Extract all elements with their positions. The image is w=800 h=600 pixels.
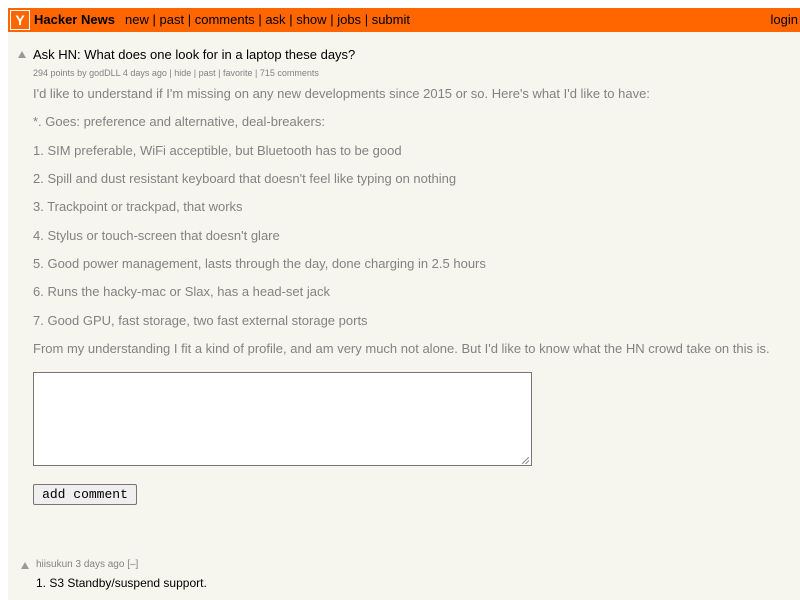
comment-meta: hiisukun 3 days ago [–] xyxy=(36,559,138,570)
nav-show[interactable]: show xyxy=(296,12,326,27)
page: Y Hacker News new | past | comments | as… xyxy=(8,8,800,600)
post-body-paragraph: 5. Good power management, lasts through … xyxy=(33,256,486,271)
post-body-paragraph: From my understanding I fit a kind of pr… xyxy=(33,341,770,356)
post-body-paragraph: 1. SIM preferable, WiFi acceptible, but … xyxy=(33,143,402,158)
nav-separator: | xyxy=(258,12,262,27)
comment-text: 1. S3 Standby/suspend support. xyxy=(36,576,207,590)
main-nav: new | past | comments | ask | show | job… xyxy=(125,12,410,27)
nav-separator: | xyxy=(152,12,156,27)
post-body-paragraph: 4. Stylus or touch-screen that doesn't g… xyxy=(33,228,280,243)
nav-separator: | xyxy=(330,12,334,27)
nav-separator: | xyxy=(187,12,192,27)
post-body-paragraph: I'd like to understand if I'm missing on… xyxy=(33,86,650,101)
nav-ask[interactable]: ask xyxy=(265,12,285,27)
subtext-separator: | xyxy=(218,68,221,78)
post-body-paragraph: *. Goes: preference and alternative, dea… xyxy=(33,114,325,129)
nav-new[interactable]: new xyxy=(125,12,149,27)
nav-separator: | xyxy=(364,12,369,27)
by-label: by xyxy=(77,68,87,78)
comment-author-link[interactable]: hiisukun xyxy=(36,559,73,570)
y-logo[interactable]: Y xyxy=(10,10,30,30)
collapse-toggle[interactable]: [–] xyxy=(127,559,138,570)
nav-jobs[interactable]: jobs xyxy=(337,12,361,27)
post-age-link[interactable]: 4 days ago xyxy=(123,68,167,78)
header-bar: Y Hacker News new | past | comments | as… xyxy=(8,8,800,32)
resize-handle-icon[interactable] xyxy=(522,457,529,464)
post-body-paragraph: 2. Spill and dust resistant keyboard tha… xyxy=(33,171,457,186)
nav-submit[interactable]: submit xyxy=(372,12,410,27)
comment-age-link[interactable]: 3 days ago xyxy=(75,559,124,570)
subtext-separator: | xyxy=(193,68,197,78)
site-name-link[interactable]: Hacker News xyxy=(34,12,115,27)
nav-comments[interactable]: comments xyxy=(195,12,255,27)
upvote-arrow-icon[interactable] xyxy=(18,51,26,58)
login-link[interactable]: login xyxy=(771,12,798,27)
post-subtext: 294 points by godDLL 4 days ago | hide |… xyxy=(33,68,319,78)
post-body-paragraph: 6. Runs the hacky-mac or Slax, has a hea… xyxy=(33,284,330,299)
post-body-paragraph: 7. Good GPU, fast storage, two fast exte… xyxy=(33,313,368,328)
comment-textarea[interactable] xyxy=(33,372,532,466)
post-author-link[interactable]: godDLL xyxy=(89,68,120,78)
nav-past[interactable]: past xyxy=(160,12,185,27)
upvote-arrow-icon[interactable] xyxy=(21,562,29,569)
favorite-link[interactable]: favorite xyxy=(223,68,253,78)
post-title[interactable]: Ask HN: What does one look for in a lapt… xyxy=(33,47,355,62)
past-link[interactable]: past xyxy=(199,68,216,78)
post-body-paragraph: 3. Trackpoint or trackpad, that works xyxy=(33,199,243,214)
post-score: 294 points xyxy=(33,68,75,78)
subtext-separator: | xyxy=(255,68,258,78)
hide-link[interactable]: hide xyxy=(174,68,191,78)
comments-count-link[interactable]: 715 comments xyxy=(260,68,319,78)
nav-separator: | xyxy=(289,12,293,27)
add-comment-button[interactable]: add comment xyxy=(33,484,137,505)
subtext-separator: | xyxy=(169,68,172,78)
